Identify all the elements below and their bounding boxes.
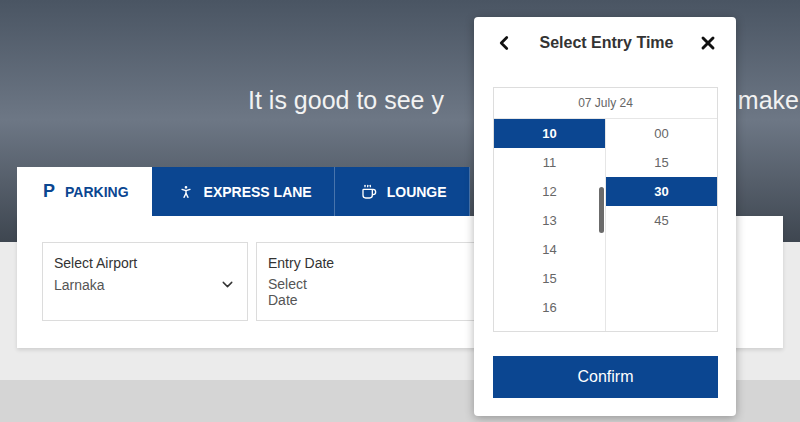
- close-button[interactable]: [698, 33, 718, 53]
- modal-title: Select Entry Time: [540, 34, 674, 52]
- close-icon: [698, 33, 718, 53]
- hero-heading-right: make: [738, 86, 799, 115]
- modal-header: Select Entry Time: [493, 17, 718, 69]
- hour-option[interactable]: 15: [494, 264, 605, 293]
- person-icon: [178, 184, 194, 200]
- hour-option[interactable]: 13: [494, 206, 605, 235]
- minute-option[interactable]: 00: [606, 119, 717, 148]
- page: It is good to see y make PPARKINGEXPRESS L…: [0, 0, 800, 422]
- dropdown-field[interactable]: Select Airport Larnaka: [42, 242, 248, 321]
- tab[interactable]: PPARKING: [17, 167, 152, 216]
- tab[interactable]: LOUNGE: [335, 167, 470, 216]
- confirm-button[interactable]: Confirm: [493, 356, 718, 398]
- hour-option[interactable]: 16: [494, 293, 605, 322]
- minute-column[interactable]: 00153045: [606, 119, 717, 331]
- minute-option[interactable]: 30: [606, 177, 717, 206]
- time-columns: 1011121314151600153045: [494, 119, 717, 331]
- hour-option[interactable]: 14: [494, 235, 605, 264]
- coffee-icon: [361, 184, 377, 200]
- hour-option[interactable]: 10: [494, 119, 605, 148]
- back-icon: [493, 32, 515, 54]
- hero-heading-left: It is good to see y: [248, 86, 444, 115]
- tab[interactable]: EXPRESS LANE: [152, 167, 335, 216]
- field-label: Select Airport: [54, 255, 236, 271]
- hour-column[interactable]: 10111213141516: [494, 119, 606, 331]
- field-value: Select Date: [268, 276, 504, 308]
- field-value: Larnaka: [54, 276, 236, 293]
- field-label: Entry Date: [268, 255, 504, 271]
- back-button[interactable]: [493, 32, 515, 54]
- parking-icon: P: [43, 181, 55, 202]
- picker-date: 07 July 24: [494, 88, 717, 119]
- calendar-icon: [307, 286, 308, 299]
- minute-option[interactable]: 45: [606, 206, 717, 235]
- chevron-down-icon: [219, 276, 236, 293]
- hour-option[interactable]: 12: [494, 177, 605, 206]
- minute-option[interactable]: 15: [606, 148, 717, 177]
- scrollbar-thumb[interactable]: [599, 187, 604, 233]
- time-picker-modal: Select Entry Time07 July 241011121314151…: [474, 17, 736, 416]
- time-picker: 07 July 241011121314151600153045: [493, 87, 718, 332]
- hour-option[interactable]: 11: [494, 148, 605, 177]
